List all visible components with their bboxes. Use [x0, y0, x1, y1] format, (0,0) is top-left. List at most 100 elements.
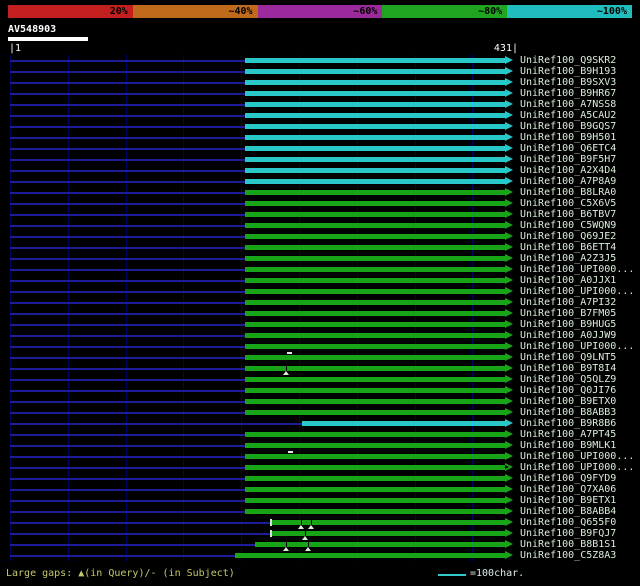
- hsp-bar[interactable]: [245, 487, 505, 492]
- hsp-bar[interactable]: [245, 388, 505, 393]
- hit-accession[interactable]: UniRef100_C5X6V5: [520, 198, 616, 209]
- hsp-bar[interactable]: [245, 399, 505, 404]
- hsp-bar[interactable]: [245, 201, 505, 206]
- alignment-row[interactable]: UniRef100_Q5QLZ9: [0, 374, 640, 385]
- hit-accession[interactable]: UniRef100_Q5QLZ9: [520, 374, 616, 385]
- hsp-bar[interactable]: [302, 421, 505, 426]
- alignment-row[interactable]: UniRef100_Q9LNT5: [0, 352, 640, 363]
- hit-accession[interactable]: UniRef100_A7P8A9: [520, 176, 616, 187]
- alignment-row[interactable]: UniRef100_Q655F0: [0, 517, 640, 529]
- alignment-row[interactable]: UniRef100_B9FQJ7: [0, 528, 640, 540]
- hit-accession[interactable]: UniRef100_B9ETX0: [520, 396, 616, 407]
- hit-accession[interactable]: UniRef100_B8B1S1: [520, 539, 616, 550]
- hit-accession[interactable]: UniRef100_B9HR67: [520, 88, 616, 99]
- alignment-row[interactable]: UniRef100_B9GQS7: [0, 121, 640, 132]
- alignment-row[interactable]: UniRef100_A0JJX1: [0, 275, 640, 286]
- alignment-row[interactable]: UniRef100_A7PT45: [0, 429, 640, 440]
- alignment-row[interactable]: UniRef100_C5Z8A3: [0, 550, 640, 561]
- hit-accession[interactable]: UniRef100_C5WQN9: [520, 220, 616, 231]
- hsp-bar[interactable]: [245, 102, 505, 107]
- hsp-bar[interactable]: [245, 498, 505, 503]
- hit-accession[interactable]: UniRef100_UPI000...: [520, 341, 634, 352]
- hit-accession[interactable]: UniRef100_A0JJX1: [520, 275, 616, 286]
- hit-accession[interactable]: UniRef100_A0JJW9: [520, 330, 616, 341]
- hit-accession[interactable]: UniRef100_A5CAU2: [520, 110, 616, 121]
- hsp-bar[interactable]: [245, 212, 505, 217]
- hsp-bar[interactable]: [245, 333, 505, 338]
- alignment-row[interactable]: UniRef100_A0JJW9: [0, 330, 640, 341]
- hit-accession[interactable]: UniRef100_UPI000...: [520, 462, 634, 473]
- alignment-row[interactable]: UniRef100_A5CAU2: [0, 110, 640, 121]
- hit-accession[interactable]: UniRef100_UPI000...: [520, 451, 634, 462]
- hsp-bar[interactable]: [245, 157, 505, 162]
- alignment-row[interactable]: UniRef100_A7NSS8: [0, 99, 640, 110]
- alignment-row[interactable]: UniRef100_B6TBV7: [0, 209, 640, 220]
- alignment-row[interactable]: UniRef100_B8B1S1: [0, 539, 640, 551]
- hsp-bar[interactable]: [245, 245, 505, 250]
- hsp-bar[interactable]: [245, 256, 505, 261]
- alignment-row[interactable]: UniRef100_A7PI32: [0, 297, 640, 308]
- hsp-bar[interactable]: [245, 509, 505, 514]
- hsp-bar[interactable]: [245, 58, 505, 63]
- hsp-bar[interactable]: [245, 454, 505, 459]
- hsp-bar[interactable]: [245, 289, 505, 294]
- hit-accession[interactable]: UniRef100_Q69JE2: [520, 231, 616, 242]
- hit-accession[interactable]: UniRef100_B9ETX1: [520, 495, 616, 506]
- hit-accession[interactable]: UniRef100_B9MLK1: [520, 440, 616, 451]
- hit-accession[interactable]: UniRef100_B8ABB3: [520, 407, 616, 418]
- hsp-bar[interactable]: [245, 146, 505, 151]
- hit-accession[interactable]: UniRef100_B9H501: [520, 132, 616, 143]
- alignment-row[interactable]: UniRef100_B9H501: [0, 132, 640, 143]
- alignment-row[interactable]: UniRef100_B9HR67: [0, 88, 640, 99]
- hsp-bar[interactable]: [245, 278, 505, 283]
- alignment-row[interactable]: UniRef100_B8ABB4: [0, 506, 640, 517]
- hit-accession[interactable]: UniRef100_B8ABB4: [520, 506, 616, 517]
- hit-accession[interactable]: UniRef100_B7FM05: [520, 308, 616, 319]
- hit-accession[interactable]: UniRef100_UPI000...: [520, 264, 634, 275]
- alignment-row[interactable]: UniRef100_UPI000...: [0, 264, 640, 275]
- hsp-bar[interactable]: [245, 91, 505, 96]
- hsp-bar[interactable]: [245, 355, 505, 360]
- alignment-row[interactable]: UniRef100_C5X6V5: [0, 198, 640, 209]
- hsp-bar[interactable]: [245, 432, 505, 437]
- hsp-bar[interactable]: [245, 322, 505, 327]
- alignment-row[interactable]: UniRef100_A2Z3J5: [0, 253, 640, 264]
- alignment-row[interactable]: UniRef100_Q9FYD9: [0, 473, 640, 484]
- hsp-bar[interactable]: [245, 135, 505, 140]
- hit-accession[interactable]: UniRef100_A7PT45: [520, 429, 616, 440]
- alignment-row[interactable]: UniRef100_B7FM05: [0, 308, 640, 319]
- hsp-bar[interactable]: [245, 267, 505, 272]
- hit-accession[interactable]: UniRef100_B8LRA0: [520, 187, 616, 198]
- alignment-row[interactable]: UniRef100_B9T8I4: [0, 363, 640, 375]
- hit-accession[interactable]: UniRef100_C5Z8A3: [520, 550, 616, 561]
- hit-accession[interactable]: UniRef100_B9HUG5: [520, 319, 616, 330]
- hsp-bar[interactable]: [235, 553, 505, 558]
- alignment-row[interactable]: UniRef100_A7P8A9: [0, 176, 640, 187]
- hit-accession[interactable]: UniRef100_B9F5H7: [520, 154, 616, 165]
- alignment-row[interactable]: UniRef100_Q9SKR2: [0, 55, 640, 66]
- hsp-bar[interactable]: [245, 168, 505, 173]
- alignment-row[interactable]: UniRef100_B9HUG5: [0, 319, 640, 330]
- hit-accession[interactable]: UniRef100_B6ETT4: [520, 242, 616, 253]
- alignment-row[interactable]: UniRef100_Q7XA06: [0, 484, 640, 495]
- hit-accession[interactable]: UniRef100_UPI000...: [520, 286, 634, 297]
- hsp-bar[interactable]: [270, 520, 505, 525]
- alignment-row[interactable]: UniRef100_UPI000...: [0, 451, 640, 462]
- hit-accession[interactable]: UniRef100_A2Z3J5: [520, 253, 616, 264]
- alignment-row[interactable]: UniRef100_Q6ETC4: [0, 143, 640, 154]
- hsp-bar[interactable]: [245, 124, 505, 129]
- hit-accession[interactable]: UniRef100_B9R8B6: [520, 418, 616, 429]
- alignment-row[interactable]: UniRef100_B9ETX0: [0, 396, 640, 407]
- hit-accession[interactable]: UniRef100_Q0JI76: [520, 385, 616, 396]
- alignment-row[interactable]: UniRef100_UPI000...: [0, 286, 640, 297]
- hit-accession[interactable]: UniRef100_B9H193: [520, 66, 616, 77]
- hit-accession[interactable]: UniRef100_Q655F0: [520, 517, 616, 528]
- alignment-row[interactable]: UniRef100_B9F5H7: [0, 154, 640, 165]
- hit-accession[interactable]: UniRef100_B9T8I4: [520, 363, 616, 374]
- hit-accession[interactable]: UniRef100_Q9FYD9: [520, 473, 616, 484]
- hit-accession[interactable]: UniRef100_A2X4D4: [520, 165, 616, 176]
- hit-accession[interactable]: UniRef100_A7NSS8: [520, 99, 616, 110]
- hsp-bar[interactable]: [245, 69, 505, 74]
- alignment-row[interactable]: UniRef100_B9ETX1: [0, 495, 640, 506]
- alignment-row[interactable]: UniRef100_B6ETT4: [0, 242, 640, 253]
